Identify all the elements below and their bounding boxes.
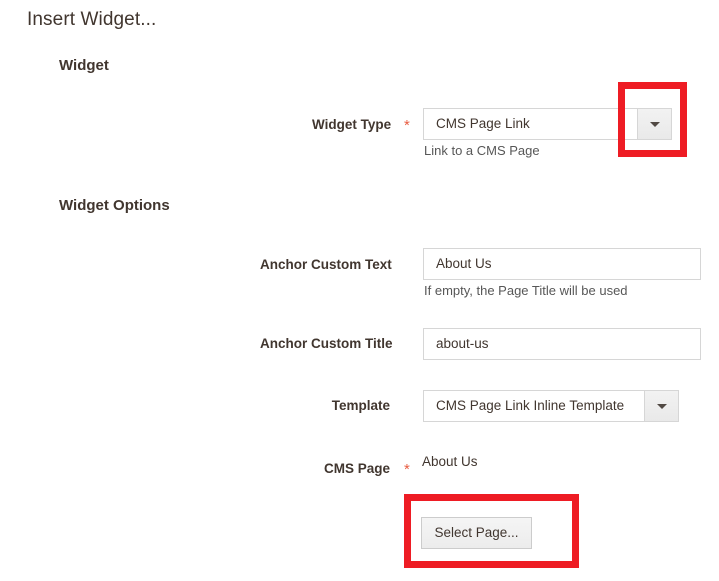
cms-page-label: CMS Page — [323, 461, 390, 476]
template-dropdown-button[interactable] — [644, 390, 679, 422]
widget-type-dropdown-button[interactable] — [637, 108, 672, 140]
widget-type-required-asterisk: * — [404, 117, 410, 134]
template-select[interactable]: CMS Page Link Inline Template — [423, 390, 679, 422]
widget-type-select-value[interactable]: CMS Page Link — [423, 108, 637, 140]
anchor-custom-text-label: Anchor Custom Text — [260, 257, 392, 272]
anchor-custom-text-input[interactable]: About Us — [423, 248, 701, 280]
anchor-custom-text-note: If empty, the Page Title will be used — [424, 283, 628, 298]
section-heading-widget-options: Widget Options — [59, 197, 170, 214]
template-label: Template — [331, 398, 390, 413]
chevron-down-icon — [649, 122, 660, 127]
select-page-button[interactable]: Select Page... — [421, 517, 532, 549]
insert-widget-dialog: Insert Widget... Widget Widget Type * CM… — [0, 0, 719, 581]
chevron-down-icon — [656, 404, 667, 409]
page-title: Insert Widget... — [27, 9, 157, 30]
anchor-custom-title-input[interactable]: about-us — [423, 328, 701, 360]
anchor-custom-title-label: Anchor Custom Title — [260, 336, 393, 351]
cms-page-required-asterisk: * — [404, 461, 410, 478]
widget-type-note: Link to a CMS Page — [424, 143, 540, 158]
template-select-value[interactable]: CMS Page Link Inline Template — [423, 390, 644, 422]
section-heading-widget: Widget — [59, 57, 109, 74]
widget-type-select[interactable]: CMS Page Link — [423, 108, 672, 140]
widget-type-label: Widget Type — [312, 117, 392, 132]
cms-page-selected-value: About Us — [422, 454, 478, 469]
